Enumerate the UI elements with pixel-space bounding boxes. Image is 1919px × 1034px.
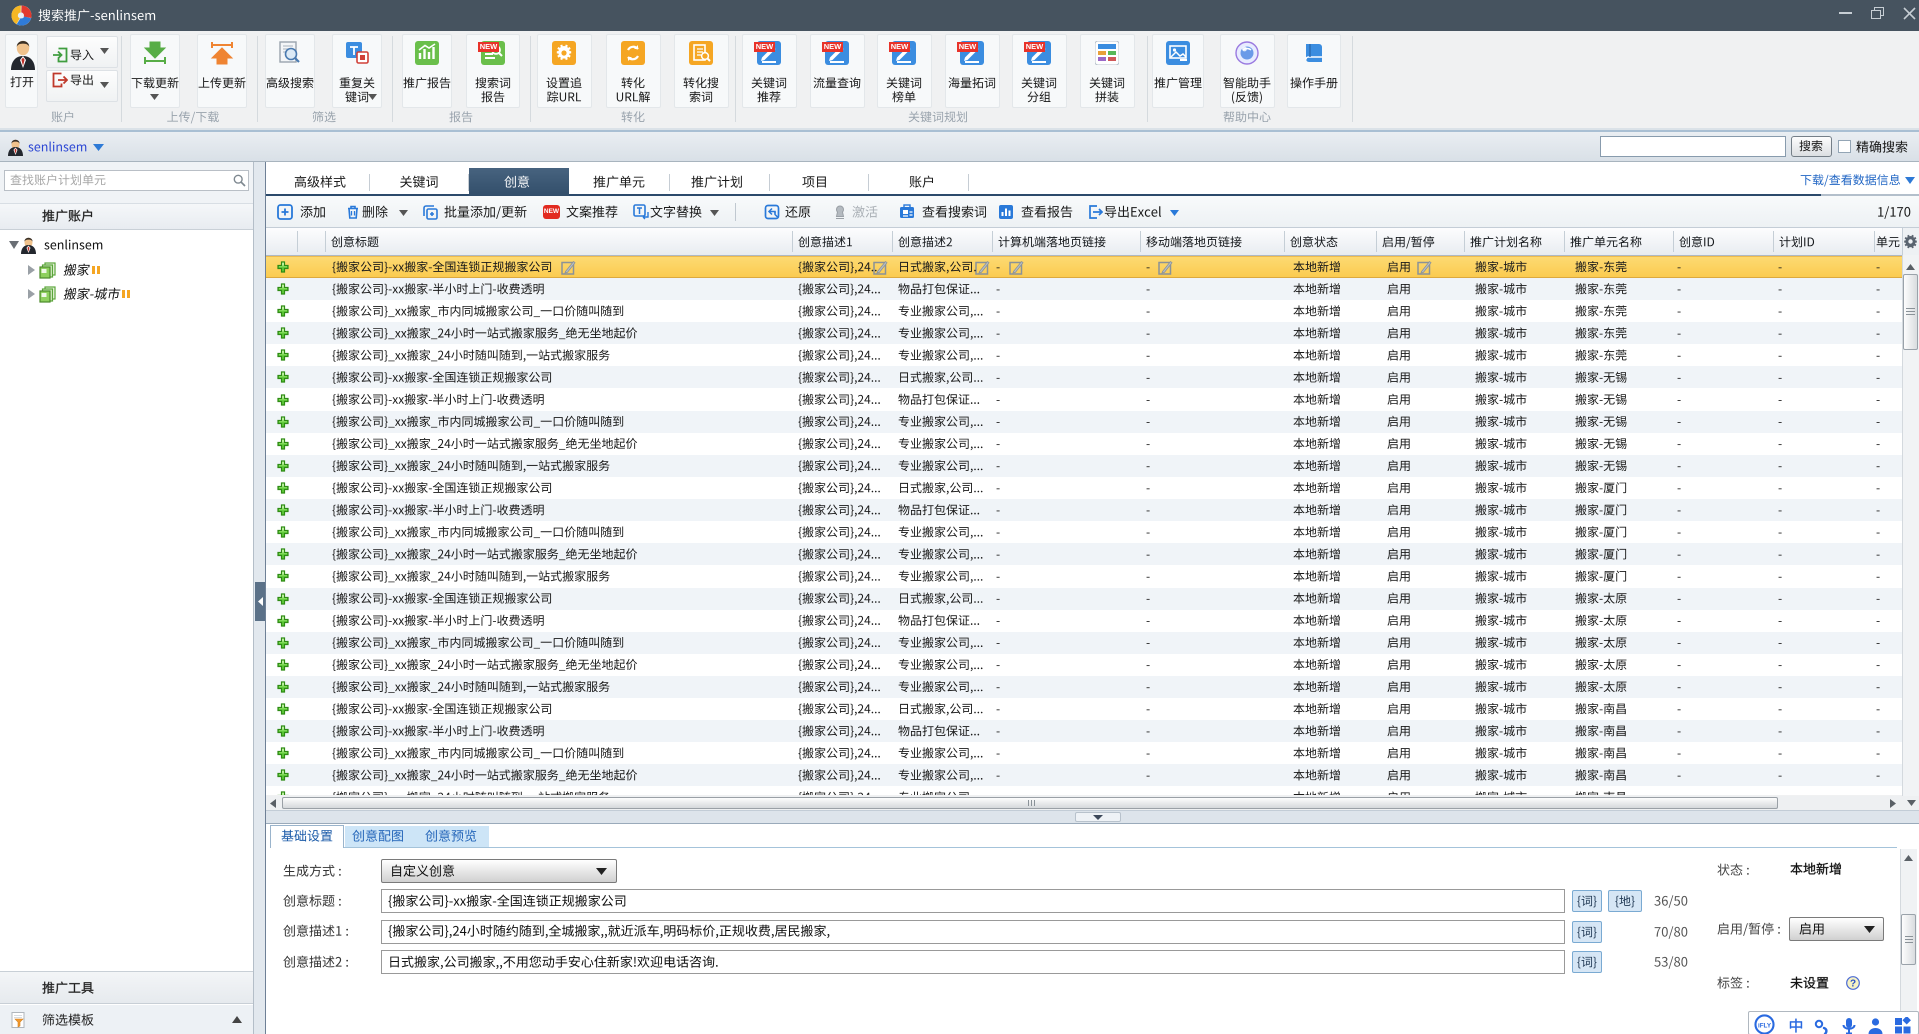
svg-text:iFLY: iFLY	[1758, 1023, 1772, 1030]
svg-text:?: ?	[1850, 978, 1856, 989]
